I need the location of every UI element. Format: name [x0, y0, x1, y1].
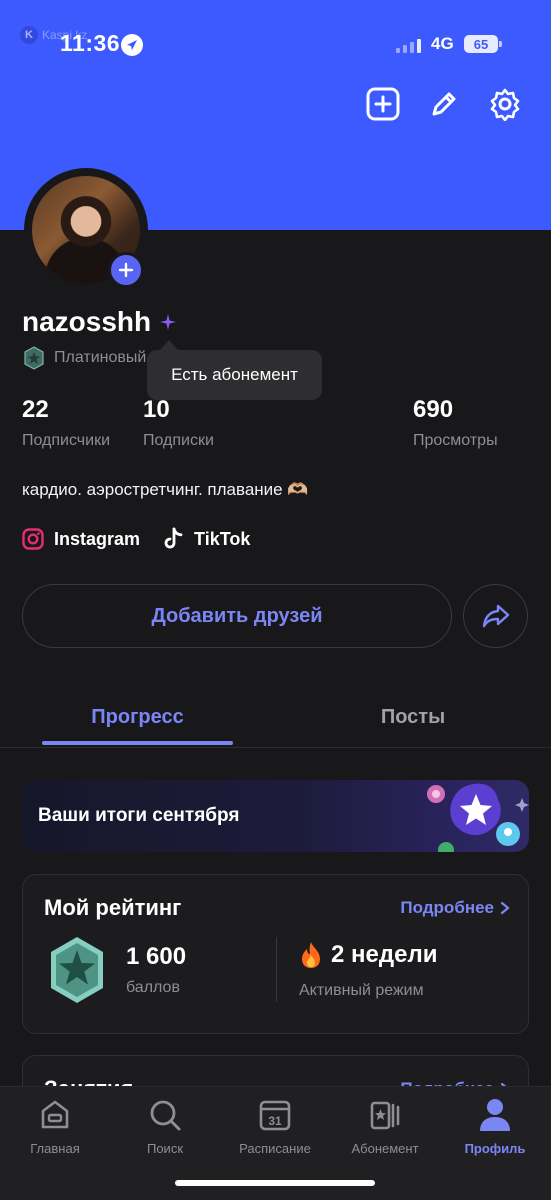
profile-tabs: Прогресс Посты — [0, 696, 551, 748]
tab-progress[interactable]: Прогресс — [42, 706, 233, 729]
bio: кардио. аэростретчинг. плавание 🫶🏼 — [22, 480, 309, 499]
stat-value: 690 — [413, 396, 454, 423]
rating-badge-icon — [51, 937, 103, 1003]
search-icon — [150, 1100, 181, 1131]
tiktok-icon — [164, 527, 183, 549]
tab-membership[interactable]: Абонемент — [330, 1097, 440, 1156]
tab-profile[interactable]: Профиль — [440, 1097, 550, 1156]
subscription-tooltip: Есть абонемент — [147, 350, 322, 400]
points-value: 1 600 — [126, 943, 187, 970]
rating-title: Мой рейтинг — [44, 895, 182, 920]
rating-more-label: Подробнее — [400, 898, 494, 917]
tab-search[interactable]: Поиск — [110, 1097, 220, 1156]
signal-icon — [396, 37, 421, 53]
home-icon — [41, 1100, 69, 1129]
tab-schedule-label: Расписание — [239, 1141, 311, 1156]
network-type: 4G — [431, 34, 454, 53]
rating-more-link[interactable]: Подробнее — [400, 898, 510, 918]
divider — [276, 937, 277, 1002]
instagram-label: Instagram — [54, 528, 141, 549]
header-actions — [365, 86, 523, 122]
tiktok-link[interactable]: TikTok — [162, 527, 250, 551]
banner-text: Ваши итоги сентября — [38, 805, 240, 826]
profile-icon — [480, 1099, 510, 1131]
instagram-link[interactable]: Instagram — [22, 527, 140, 551]
username: nazosshh — [22, 306, 177, 338]
add-photo-button[interactable] — [108, 252, 144, 288]
tooltip-arrow — [160, 340, 178, 350]
settings-icon[interactable] — [487, 86, 523, 122]
social-links: Instagram TikTok — [22, 527, 250, 551]
tab-schedule[interactable]: 31 Расписание — [220, 1097, 330, 1156]
location-arrow-icon — [121, 34, 143, 56]
share-button[interactable] — [463, 584, 528, 648]
edit-icon[interactable] — [426, 86, 462, 122]
instagram-icon — [22, 528, 44, 550]
tab-profile-label: Профиль — [464, 1141, 526, 1156]
home-indicator — [175, 1180, 375, 1186]
username-text: nazosshh — [22, 306, 152, 337]
sparkle-icon[interactable] — [159, 313, 177, 331]
star-badge-icon — [427, 783, 529, 852]
chevron-right-icon — [500, 901, 510, 915]
tier-badge-icon — [24, 346, 44, 370]
status-time: 11:36 — [60, 30, 121, 56]
stat-label: Подписчики — [22, 432, 111, 449]
stat-value: 10 — [143, 396, 170, 423]
september-summary-banner[interactable]: Ваши итоги сентября — [22, 780, 529, 852]
stat-views[interactable]: 690 Просмотры — [413, 396, 498, 450]
membership-icon — [370, 1101, 400, 1130]
kaspi-logo-icon: K — [20, 26, 38, 44]
fire-icon — [302, 942, 320, 968]
tab-posts[interactable]: Посты — [316, 706, 510, 729]
tab-membership-label: Абонемент — [351, 1141, 419, 1156]
streak-label: Активный режим — [299, 982, 424, 999]
battery-tip — [499, 41, 502, 47]
battery-indicator: 65 — [464, 35, 498, 53]
points-label: баллов — [126, 979, 180, 996]
share-icon — [482, 604, 509, 628]
streak: 2 недели — [299, 941, 437, 969]
stat-following[interactable]: 10 Подписки — [143, 396, 214, 450]
membership-tier[interactable]: Платиновый — [22, 346, 146, 370]
calendar-day: 31 — [268, 1114, 282, 1128]
tiktok-label: TikTok — [194, 528, 251, 549]
streak-value: 2 недели — [331, 941, 438, 968]
calendar-icon: 31 — [259, 1100, 291, 1131]
stat-label: Подписки — [143, 432, 214, 449]
tab-active-indicator — [42, 741, 233, 745]
add-icon[interactable] — [365, 86, 401, 122]
stat-value: 22 — [22, 396, 49, 423]
rating-card: Мой рейтинг Подробнее 1 600 баллов 2 нед… — [22, 874, 529, 1034]
stat-label: Просмотры — [413, 432, 498, 449]
status-bar: K Kaspi.kz 11:36 4G 65 — [0, 0, 551, 90]
tab-home-label: Главная — [30, 1141, 80, 1156]
tier-label: Платиновый — [54, 349, 147, 366]
tab-home[interactable]: Главная — [0, 1097, 110, 1156]
add-friends-button[interactable]: Добавить друзей — [22, 584, 452, 648]
stat-followers[interactable]: 22 Подписчики — [22, 396, 110, 450]
tab-search-label: Поиск — [146, 1141, 184, 1156]
